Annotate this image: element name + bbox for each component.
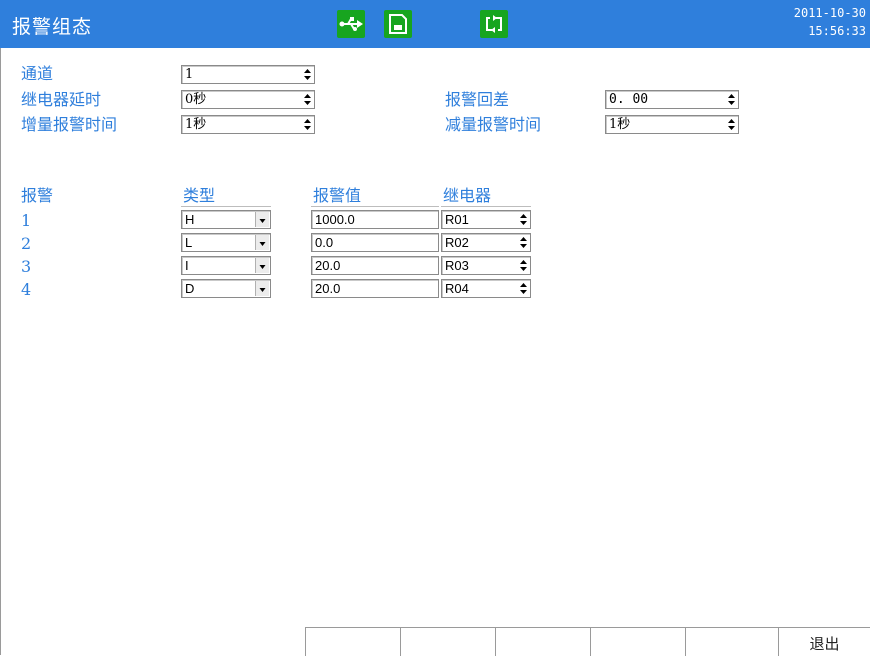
softkey-3[interactable] — [495, 628, 590, 656]
softkey-5[interactable] — [685, 628, 780, 656]
alarm-value-text: 20.0 — [315, 258, 341, 273]
alarm-value-input[interactable]: 1000.0 — [311, 210, 439, 229]
decrease-time-spinbox[interactable]: 1秒 — [605, 115, 739, 134]
chevron-down-icon — [259, 288, 266, 292]
channel-label: 通道 — [21, 64, 54, 83]
relay-value: R01 — [445, 212, 469, 227]
spin-arrows-icon[interactable] — [303, 93, 312, 106]
softkey-bar: 退出 — [305, 627, 870, 656]
dropdown-button[interactable] — [255, 235, 269, 250]
spin-arrows-icon[interactable] — [519, 282, 528, 295]
dropdown-button[interactable] — [255, 258, 269, 273]
alarm-config-screen: 报警组态 2011-10-30 15:56:33 通道 1 继电器延时 0秒 报… — [0, 0, 870, 656]
relay-column-header: 继电器 — [443, 186, 492, 205]
relay-delay-value: 0秒 — [185, 92, 207, 107]
alarm-type-value: D — [185, 281, 195, 296]
increase-time-value: 1秒 — [185, 117, 207, 132]
spin-arrows-icon[interactable] — [519, 236, 528, 249]
decrease-time-label: 减量报警时间 — [445, 115, 542, 134]
hysteresis-value: 0. 00 — [609, 92, 649, 107]
time-text: 15:56:33 — [808, 24, 866, 38]
relay-delay-label: 继电器延时 — [21, 90, 102, 109]
alarm-value-input[interactable]: 0.0 — [311, 233, 439, 252]
alarm-type-dropdown[interactable]: H — [181, 210, 271, 229]
chevron-down-icon — [259, 219, 266, 223]
relay-spinbox[interactable]: R04 — [441, 279, 531, 298]
increase-time-spinbox[interactable]: 1秒 — [181, 115, 315, 134]
softkey-4[interactable] — [590, 628, 685, 656]
softkey-2[interactable] — [400, 628, 495, 656]
alarm-value-input[interactable]: 20.0 — [311, 279, 439, 298]
left-border — [0, 48, 1, 655]
datetime-display: 2011-10-30 15:56:33 — [794, 4, 866, 40]
sync-icon[interactable] — [480, 10, 508, 38]
alarm-value-text: 1000.0 — [315, 212, 355, 227]
alarm-column-header: 报警 — [21, 186, 54, 205]
spin-arrows-icon[interactable] — [303, 68, 312, 81]
channel-value: 1 — [185, 67, 194, 82]
alarm-type-dropdown[interactable]: I — [181, 256, 271, 275]
chevron-down-icon — [259, 265, 266, 269]
value-column-header: 报警值 — [313, 186, 362, 205]
hysteresis-spinbox[interactable]: 0. 00 — [605, 90, 739, 109]
header-underline — [181, 206, 271, 207]
type-column-header: 类型 — [183, 186, 216, 205]
exit-button[interactable]: 退出 — [778, 628, 870, 656]
date-text: 2011-10-30 — [793, 6, 866, 20]
exit-button-label: 退出 — [809, 635, 840, 653]
relay-spinbox[interactable]: R02 — [441, 233, 531, 252]
hysteresis-label: 报警回差 — [445, 90, 510, 109]
decrease-time-value: 1秒 — [609, 117, 631, 132]
alarm-type-dropdown[interactable]: L — [181, 233, 271, 252]
channel-spinbox[interactable]: 1 — [181, 65, 315, 84]
relay-value: R03 — [445, 258, 469, 273]
relay-spinbox[interactable]: R03 — [441, 256, 531, 275]
relay-value: R02 — [445, 235, 469, 250]
dropdown-button[interactable] — [255, 212, 269, 227]
alarm-row-index: 2 — [21, 234, 32, 253]
relay-delay-spinbox[interactable]: 0秒 — [181, 90, 315, 109]
alarm-value-input[interactable]: 20.0 — [311, 256, 439, 275]
alarm-type-value: I — [185, 258, 189, 273]
usb-icon[interactable] — [337, 10, 365, 38]
alarm-type-value: H — [185, 212, 195, 227]
alarm-row-index: 3 — [21, 257, 32, 276]
page-title: 报警组态 — [12, 16, 93, 38]
header-underline — [311, 206, 439, 207]
relay-value: R04 — [445, 281, 469, 296]
header-underline — [441, 206, 531, 207]
title-bar: 报警组态 2011-10-30 15:56:33 — [0, 0, 870, 48]
alarm-row-index: 4 — [21, 280, 32, 299]
alarm-type-value: L — [185, 235, 193, 250]
alarm-type-dropdown[interactable]: D — [181, 279, 271, 298]
spin-arrows-icon[interactable] — [519, 259, 528, 272]
dropdown-button[interactable] — [255, 281, 269, 296]
increase-time-label: 增量报警时间 — [21, 115, 118, 134]
chevron-down-icon — [259, 242, 266, 246]
softkey-1[interactable] — [305, 628, 400, 656]
alarm-row-index: 1 — [21, 211, 32, 230]
relay-spinbox[interactable]: R01 — [441, 210, 531, 229]
spin-arrows-icon[interactable] — [727, 93, 736, 106]
spin-arrows-icon[interactable] — [303, 118, 312, 131]
spin-arrows-icon[interactable] — [727, 118, 736, 131]
spin-arrows-icon[interactable] — [519, 213, 528, 226]
save-icon[interactable] — [384, 10, 412, 38]
alarm-value-text: 20.0 — [315, 281, 341, 296]
alarm-value-text: 0.0 — [315, 235, 334, 250]
